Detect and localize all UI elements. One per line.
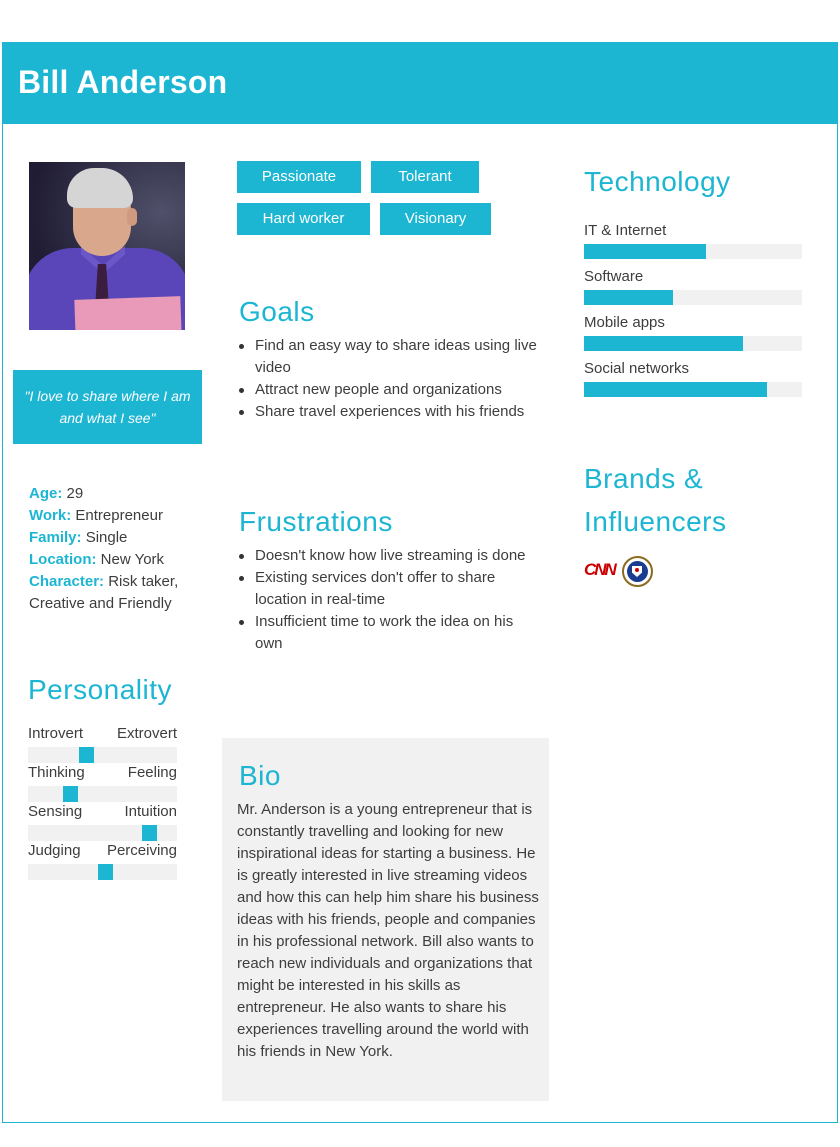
tech-skill-label: Mobile apps bbox=[584, 314, 665, 331]
cia-seal-icon bbox=[622, 556, 653, 587]
demographic-label: Family bbox=[29, 529, 77, 546]
scale-left-label: Introvert bbox=[28, 725, 84, 742]
demographic-label: Age bbox=[29, 485, 58, 502]
tech-skill-bar bbox=[584, 336, 743, 351]
personality-scale: Sensing Intuition bbox=[28, 803, 177, 843]
brands-title-line: Brands & bbox=[584, 463, 704, 494]
scale-right-label: Perceiving bbox=[106, 842, 177, 859]
tech-skill-bar bbox=[584, 244, 706, 259]
scale-track bbox=[28, 747, 177, 763]
tech-skill: Mobile apps bbox=[584, 314, 802, 354]
goals-list: Find an easy way to share ideas using li… bbox=[238, 335, 538, 423]
persona-name: Bill Anderson bbox=[18, 64, 228, 100]
scale-track bbox=[28, 786, 177, 802]
personality-title: Personality bbox=[28, 674, 173, 705]
demographic-family: Family: Single bbox=[29, 529, 128, 546]
demographic-value: Entrepreneur bbox=[71, 507, 163, 524]
scale-marker bbox=[98, 864, 113, 880]
list-item: Find an easy way to share ideas using li… bbox=[238, 335, 538, 379]
demographic-label: Work bbox=[29, 507, 67, 524]
scale-right-label: Feeling bbox=[127, 764, 177, 781]
list-item: Doesn't know how live streaming is done bbox=[238, 545, 528, 567]
tech-skill-label: IT & Internet bbox=[584, 222, 667, 239]
scale-left-label: Sensing bbox=[28, 803, 83, 820]
brands-title: Brands & Influencers bbox=[584, 457, 726, 543]
demographic-label: Location bbox=[29, 551, 92, 568]
cnn-logo: CNN bbox=[584, 560, 617, 579]
frustrations-title: Frustrations bbox=[239, 506, 393, 537]
trait-tag: Hard worker bbox=[237, 203, 370, 235]
tech-skill-bar bbox=[584, 290, 673, 305]
tech-skill: IT & Internet bbox=[584, 222, 802, 262]
brands-title-line: Influencers bbox=[584, 506, 727, 537]
list-item: Existing services don't offer to share l… bbox=[238, 567, 528, 611]
scale-marker bbox=[142, 825, 157, 841]
scale-left-label: Judging bbox=[28, 842, 81, 859]
scale-marker bbox=[79, 747, 94, 763]
frame-border-right bbox=[837, 758, 838, 1123]
demographics: Age: 29 Work: Entrepreneur Family: Singl… bbox=[29, 483, 204, 615]
persona-photo bbox=[29, 162, 185, 330]
demographic-location: Location: New York bbox=[29, 551, 165, 568]
list-item: Share travel experiences with his friend… bbox=[238, 401, 538, 423]
tech-skill: Social networks bbox=[584, 360, 802, 400]
persona-header: Bill Anderson bbox=[2, 42, 838, 124]
scale-left-label: Thinking bbox=[28, 764, 85, 781]
bio-text: Mr. Anderson is a young entrepreneur tha… bbox=[237, 801, 539, 1060]
personality-scale: Judging Perceiving bbox=[28, 842, 177, 882]
demographic-label: Character bbox=[29, 573, 100, 590]
trait-tag: Visionary bbox=[380, 203, 491, 235]
scale-right-label: Extrovert bbox=[116, 725, 177, 742]
personality-scale: Introvert Extrovert bbox=[28, 725, 177, 765]
personality-scale: Thinking Feeling bbox=[28, 764, 177, 804]
list-item: Insufficient time to work the idea on hi… bbox=[238, 611, 528, 655]
trait-tag: Passionate bbox=[237, 161, 361, 193]
frame-border-right bbox=[837, 42, 838, 782]
technology-title: Technology bbox=[584, 166, 731, 197]
demographic-work: Work: Entrepreneur bbox=[29, 507, 163, 524]
demographic-character: Character: Risk taker, Creative and Frie… bbox=[29, 573, 179, 612]
scale-marker bbox=[63, 786, 78, 802]
brand-logos: CNN bbox=[584, 556, 664, 588]
list-item: Attract new people and organizations bbox=[238, 379, 538, 401]
demographic-value: Single bbox=[81, 529, 128, 546]
trait-tag: Tolerant bbox=[371, 161, 479, 193]
tech-skill-label: Social networks bbox=[584, 360, 690, 377]
tech-skill-bar bbox=[584, 382, 767, 397]
scale-right-label: Intuition bbox=[124, 803, 177, 820]
persona-quote: "I love to share where I am and what I s… bbox=[13, 370, 202, 444]
tech-skill-label: Software bbox=[584, 268, 644, 285]
demographic-value: New York bbox=[96, 551, 165, 568]
goals-title: Goals bbox=[239, 296, 315, 327]
demographic-age: Age: 29 bbox=[29, 485, 84, 502]
demographic-value: 29 bbox=[62, 485, 84, 502]
frustrations-list: Doesn't know how live streaming is done … bbox=[238, 545, 528, 655]
tech-skill: Software bbox=[584, 268, 802, 308]
bio-title: Bio bbox=[239, 760, 281, 791]
